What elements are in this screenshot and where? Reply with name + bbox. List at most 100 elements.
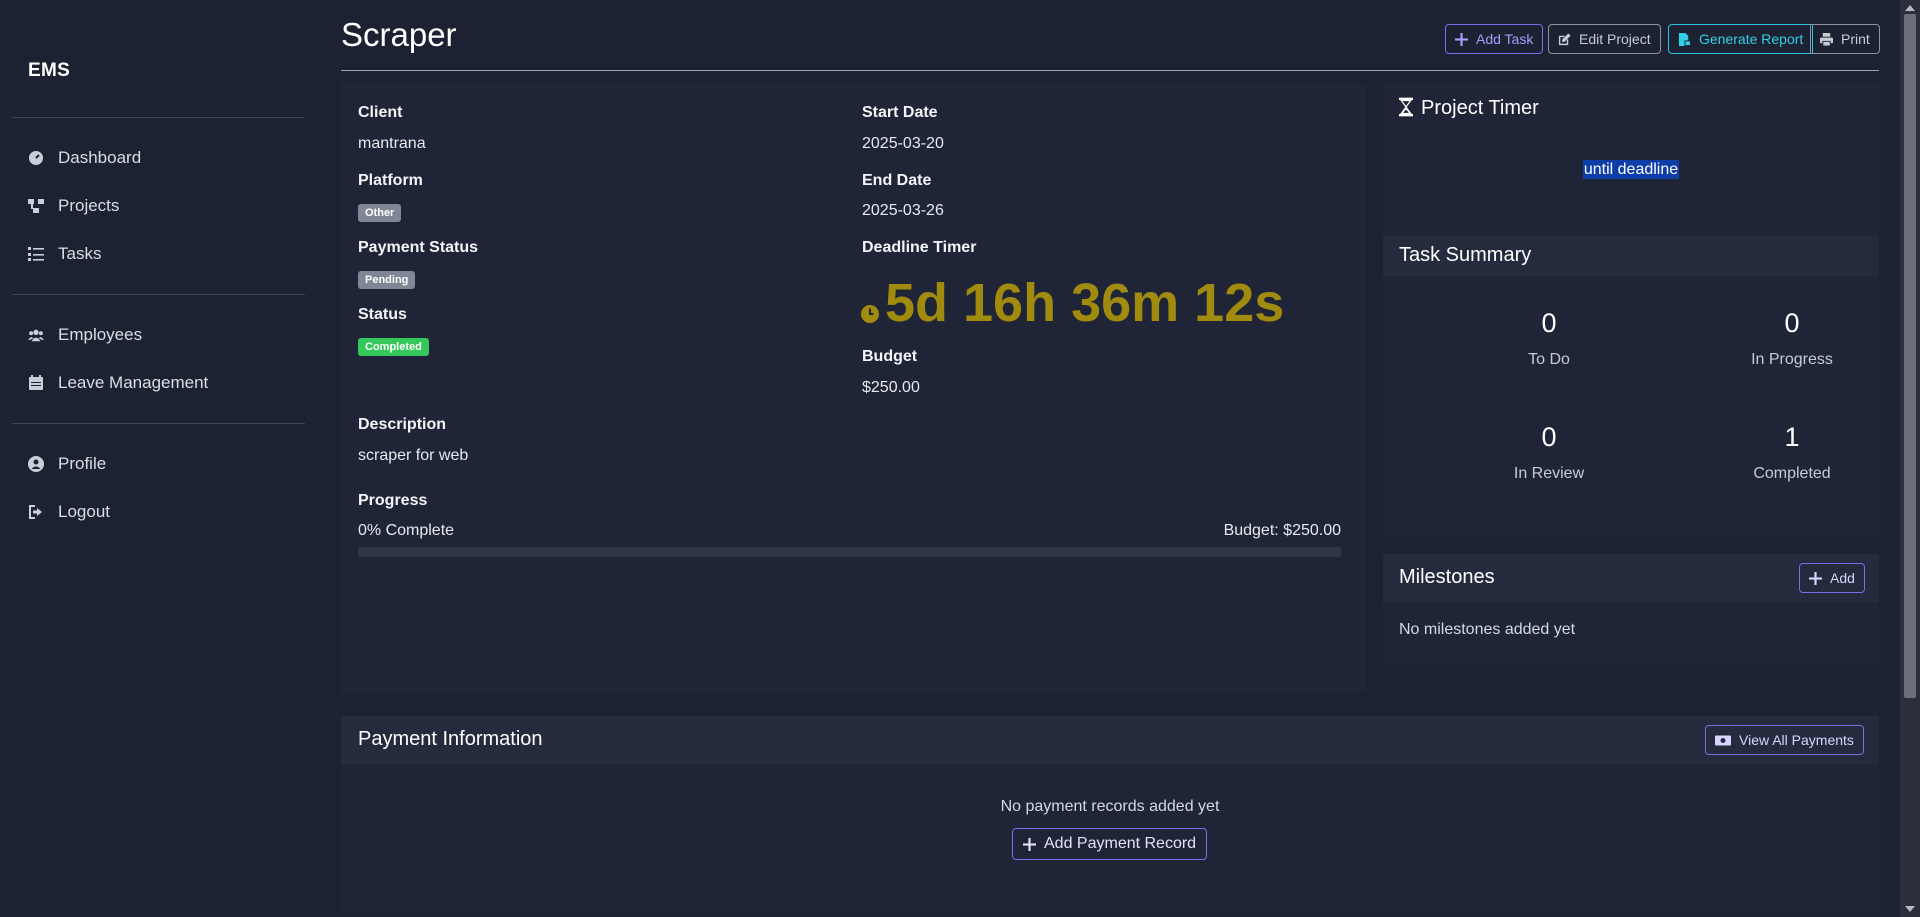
deadline-timer-label: Deadline Timer [862,239,977,256]
task-summary-card: Task Summary 0 To Do 0 In Progress 0 In … [1383,236,1879,536]
platform-label: Platform [358,172,423,189]
payment-empty: No payment records added yet [1000,798,1220,815]
project-timer-title: Project Timer [1421,97,1539,119]
milestones-card: Milestones Add No milestones added yet [1383,554,1879,664]
scrollbar[interactable] [1900,0,1920,917]
stat-todo-count: 0 [1541,308,1557,338]
sidebar-divider [12,423,305,424]
stat-todo-label: To Do [1528,351,1570,368]
sidebar-item-tasks[interactable]: Tasks [28,244,101,264]
plus-icon [1809,571,1822,585]
stat-in-progress-count: 0 [1784,308,1800,338]
stat-completed-count: 1 [1784,422,1800,452]
add-payment-record-label: Add Payment Record [1044,835,1197,852]
project-details-card: Client mantrana Platform Other Payment S… [341,83,1366,693]
sidebar-item-label: Employees [58,325,143,344]
payment-status-label: Payment Status [358,239,479,256]
project-timer-text: until deadline [1582,160,1680,179]
title-divider [341,70,1879,71]
end-date-label: End Date [862,172,932,189]
progress-text: 0% Complete [358,522,455,539]
scroll-down-arrow[interactable] [1905,906,1915,912]
add-milestone-label: Add [1830,570,1855,586]
employees-icon [28,329,44,342]
page-title: Scraper [341,16,457,53]
view-all-payments-label: View All Payments [1739,732,1854,748]
description-label: Description [358,416,447,433]
print-label: Print [1841,31,1870,47]
sidebar-item-logout[interactable]: Logout [28,502,110,522]
sidebar-divider [12,294,305,295]
progress-label: Progress [358,492,428,509]
add-payment-record-button[interactable]: Add Payment Record [1012,828,1208,860]
milestones-header: Milestones Add [1383,554,1879,602]
plus-icon [1455,32,1468,46]
generate-report-label: Generate Report [1699,31,1804,47]
main-content: Scraper Add Task Edit Project Generate R… [341,0,1880,917]
payment-title: Payment Information [358,728,543,750]
brand-logo[interactable]: EMS [28,60,70,82]
project-timer-card: Project Timer until deadline [1383,83,1879,236]
stat-in-review-label: In Review [1513,465,1585,482]
payment-header: Payment Information View All Payments [341,716,1879,764]
sidebar-item-label: Leave Management [58,373,209,392]
progress-budget: Budget: $250.00 [1223,522,1341,539]
report-icon [1678,32,1691,46]
tasks-icon [28,247,44,261]
status-badge: Completed [358,338,429,356]
plus-icon [1023,837,1036,851]
add-milestone-button[interactable]: Add [1799,563,1865,593]
add-task-button[interactable]: Add Task [1445,24,1544,54]
generate-report-button[interactable]: Generate Report [1668,24,1814,54]
sidebar-item-profile[interactable]: Profile [28,454,106,474]
sidebar-divider [12,117,305,118]
logout-icon [29,505,42,519]
progress-bar [358,547,1341,557]
add-task-label: Add Task [1476,31,1534,47]
payment-status-badge: Pending [358,271,416,289]
dashboard-icon [29,151,43,165]
sidebar-item-employees[interactable]: Employees [28,325,142,345]
sidebar-item-label: Projects [58,196,120,215]
calendar-icon [29,375,43,390]
stat-completed-label: Completed [1753,465,1831,482]
sidebar-item-label: Profile [58,454,107,473]
budget-value: $250.00 [862,379,920,396]
projects-icon [28,199,44,213]
start-date-value: 2025-03-20 [862,135,944,152]
clock-icon [861,305,879,323]
start-date-label: Start Date [862,104,938,121]
print-button[interactable]: Print [1810,24,1880,54]
sidebar-item-label: Dashboard [58,148,142,167]
task-summary-header: Task Summary [1383,236,1879,276]
task-summary-title: Task Summary [1399,244,1532,266]
scroll-thumb[interactable] [1904,14,1916,698]
status-label: Status [358,306,407,323]
view-all-payments-button[interactable]: View All Payments [1705,725,1864,755]
milestones-title: Milestones [1399,566,1495,588]
sidebar-item-label: Tasks [58,244,102,263]
scroll-up-arrow[interactable] [1905,5,1915,11]
edit-project-label: Edit Project [1579,31,1651,47]
stat-in-progress-label: In Progress [1751,351,1833,368]
description-value: scraper for web [358,447,469,464]
sidebar-item-dashboard[interactable]: Dashboard [28,148,141,168]
printer-icon [1820,32,1833,46]
edit-project-button[interactable]: Edit Project [1548,24,1661,54]
end-date-value: 2025-03-26 [862,202,944,219]
platform-badge: Other [358,204,402,222]
edit-icon [1558,32,1571,45]
sidebar-item-projects[interactable]: Projects [28,196,119,216]
payment-card: Payment Information View All Payments No… [341,716,1879,912]
budget-label: Budget [862,348,918,365]
profile-icon [28,456,44,472]
sidebar: EMS Dashboard Projects Tasks Employees L… [0,0,318,917]
deadline-timer-value: 5d 16h 36m 12s [885,273,1285,333]
hourglass-icon [1399,97,1413,117]
client-label: Client [358,104,403,121]
milestones-empty: No milestones added yet [1399,621,1576,638]
sidebar-item-label: Logout [58,502,110,521]
client-value: mantrana [358,135,426,152]
money-icon [1715,735,1731,745]
sidebar-item-leave-management[interactable]: Leave Management [28,373,208,393]
